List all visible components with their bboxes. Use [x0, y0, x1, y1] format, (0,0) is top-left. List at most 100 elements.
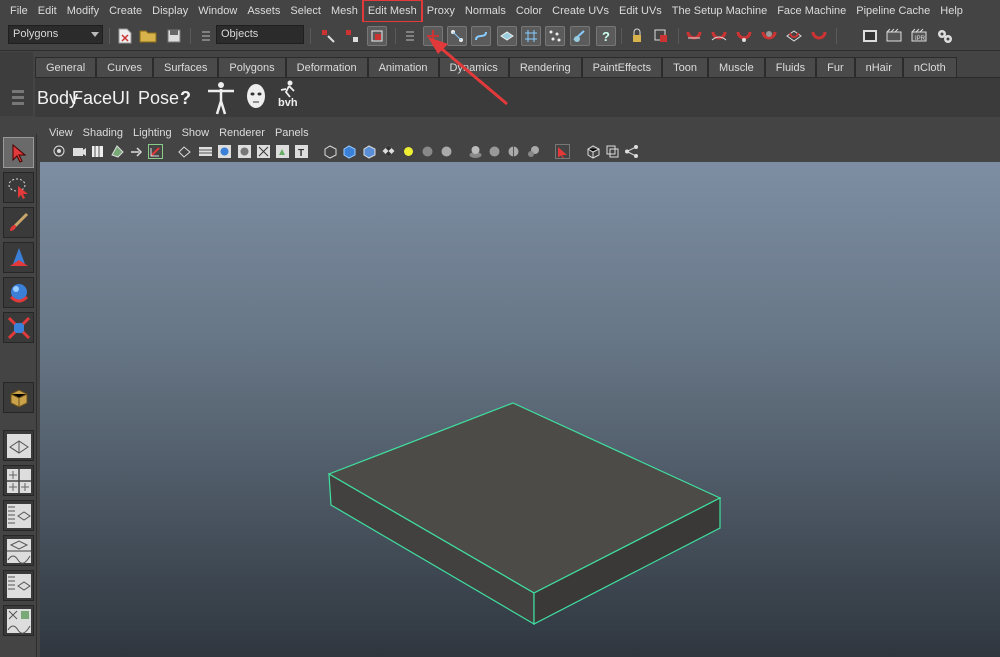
wire-cube-icon[interactable] — [362, 144, 377, 159]
select-tool[interactable] — [3, 137, 34, 168]
poly-cube-top-face[interactable] — [327, 402, 722, 594]
menu-edit[interactable]: Edit — [33, 0, 62, 22]
two-d-pan-zoom-icon[interactable] — [129, 144, 144, 159]
paint-select-tool[interactable] — [3, 207, 34, 238]
smooth-shade-icon[interactable] — [198, 144, 213, 159]
select-by-component-icon[interactable] — [367, 26, 387, 46]
scale-tool[interactable] — [3, 312, 34, 343]
select-hulls-icon[interactable] — [570, 26, 590, 46]
select-faces-icon[interactable] — [471, 26, 491, 46]
t-pose-figure-icon[interactable] — [206, 81, 236, 115]
multisample-icon[interactable] — [506, 144, 521, 159]
panel-menu-show[interactable]: Show — [177, 127, 215, 139]
layout-hypershade[interactable] — [3, 570, 34, 601]
snap-to-curve-icon[interactable] — [709, 26, 729, 46]
menu-setup-machine[interactable]: The Setup Machine — [667, 0, 772, 22]
menu-color[interactable]: Color — [511, 0, 547, 22]
checker-texture-icon[interactable] — [381, 144, 396, 159]
isolate-select-icon[interactable] — [555, 144, 570, 159]
layout-outliner-perspective[interactable] — [3, 500, 34, 531]
menu-edit-mesh[interactable]: Edit Mesh — [361, 0, 423, 23]
select-camera-icon[interactable] — [52, 144, 67, 159]
last-tool-used[interactable] — [3, 382, 34, 413]
selection-mode-icon[interactable] — [196, 26, 216, 46]
tab-surfaces[interactable]: Surfaces — [152, 57, 219, 77]
magnet-icon[interactable] — [809, 26, 829, 46]
render-current-frame-icon[interactable] — [885, 26, 905, 46]
tab-fluids[interactable]: Fluids — [764, 57, 817, 77]
menu-assets[interactable]: Assets — [242, 0, 285, 22]
ambient-sphere-icon[interactable] — [439, 144, 454, 159]
tab-toon[interactable]: Toon — [662, 57, 708, 77]
new-scene-icon[interactable] — [115, 26, 135, 46]
layout-uv-editor[interactable] — [3, 605, 34, 636]
select-vertex-faces-icon[interactable] — [521, 26, 541, 46]
tab-animation[interactable]: Animation — [367, 57, 439, 77]
camera-attributes-icon[interactable] — [72, 144, 87, 159]
menu-edit-uvs[interactable]: Edit UVs — [614, 0, 667, 22]
tab-painteffects[interactable]: PaintEffects — [581, 57, 663, 77]
tab-deformation[interactable]: Deformation — [285, 57, 368, 77]
isolate-cube-icon[interactable] — [323, 144, 338, 159]
select-by-object-type-icon[interactable] — [342, 26, 362, 46]
tab-polygons[interactable]: Polygons — [218, 57, 286, 77]
component-mask-icon[interactable] — [400, 26, 420, 46]
blue-cube-icon[interactable] — [342, 144, 357, 159]
menu-select[interactable]: Select — [285, 0, 326, 22]
tab-curves[interactable]: Curves — [96, 57, 153, 77]
shelf-button-face[interactable]: Face — [72, 88, 112, 109]
snap-to-view-plane-icon[interactable] — [759, 26, 779, 46]
shelf-handle[interactable] — [0, 52, 33, 116]
xray-icon[interactable] — [256, 144, 271, 159]
snap-to-point-icon[interactable] — [734, 26, 754, 46]
image-plane-icon[interactable] — [110, 144, 125, 159]
select-edges-icon[interactable] — [447, 26, 467, 46]
open-folder-icon[interactable] — [138, 26, 158, 46]
layout-four-view[interactable] — [3, 465, 34, 496]
render-view-icon[interactable] — [860, 26, 880, 46]
shelf-button-pose[interactable]: Pose — [138, 88, 179, 109]
panel-menu-view[interactable]: View — [44, 127, 78, 139]
menu-pipeline-cache[interactable]: Pipeline Cache — [851, 0, 935, 22]
layout-graph-editor[interactable] — [3, 535, 34, 566]
panel-menu-shading[interactable]: Shading — [78, 127, 128, 139]
selection-mask-field[interactable]: Objects — [216, 25, 304, 44]
menu-create-uvs[interactable]: Create UVs — [547, 0, 614, 22]
default-light-icon[interactable] — [401, 144, 416, 159]
ipr-render-icon[interactable]: IPR — [910, 26, 930, 46]
shadow-sphere-icon[interactable] — [420, 144, 435, 159]
tab-rendering[interactable]: Rendering — [508, 57, 582, 77]
menu-help[interactable]: Help — [935, 0, 968, 22]
perspective-viewport[interactable] — [40, 162, 1000, 657]
select-vertices-icon[interactable] — [423, 26, 443, 46]
snap-to-grid-icon[interactable] — [684, 26, 704, 46]
panel-menu-panels[interactable]: Panels — [270, 127, 314, 139]
layout-single-perspective[interactable] — [3, 430, 34, 461]
save-icon[interactable] — [164, 26, 184, 46]
xray-joints-icon[interactable] — [586, 144, 601, 159]
menu-create[interactable]: Create — [104, 0, 147, 22]
motion-blur-icon[interactable] — [487, 144, 502, 159]
textured-icon[interactable] — [237, 144, 252, 159]
share-network-icon[interactable] — [624, 144, 639, 159]
lasso-tool[interactable] — [3, 172, 34, 203]
tab-general[interactable]: General — [35, 57, 97, 77]
tab-fur[interactable]: Fur — [816, 57, 855, 77]
snap-to-live-icon[interactable] — [784, 26, 804, 46]
menu-face-machine[interactable]: Face Machine — [772, 0, 851, 22]
tab-nhair[interactable]: nHair — [854, 57, 903, 77]
depth-of-field-icon[interactable] — [526, 144, 541, 159]
menu-mesh[interactable]: Mesh — [326, 0, 363, 22]
shaded-icon[interactable] — [217, 144, 232, 159]
menu-proxy[interactable]: Proxy — [422, 0, 460, 22]
menu-set-dropdown[interactable]: Polygons — [8, 25, 103, 44]
lock-icon[interactable] — [627, 26, 647, 46]
select-uvs-icon[interactable] — [497, 26, 517, 46]
tab-muscle[interactable]: Muscle — [707, 57, 765, 77]
ambient-occlusion-icon[interactable] — [468, 144, 483, 159]
help-icon[interactable]: ? — [596, 26, 616, 46]
tab-ncloth[interactable]: nCloth — [902, 57, 957, 77]
menu-window[interactable]: Window — [193, 0, 242, 22]
shelf-button-ui[interactable]: UI — [112, 88, 130, 109]
panel-menu-lighting[interactable]: Lighting — [128, 127, 177, 139]
